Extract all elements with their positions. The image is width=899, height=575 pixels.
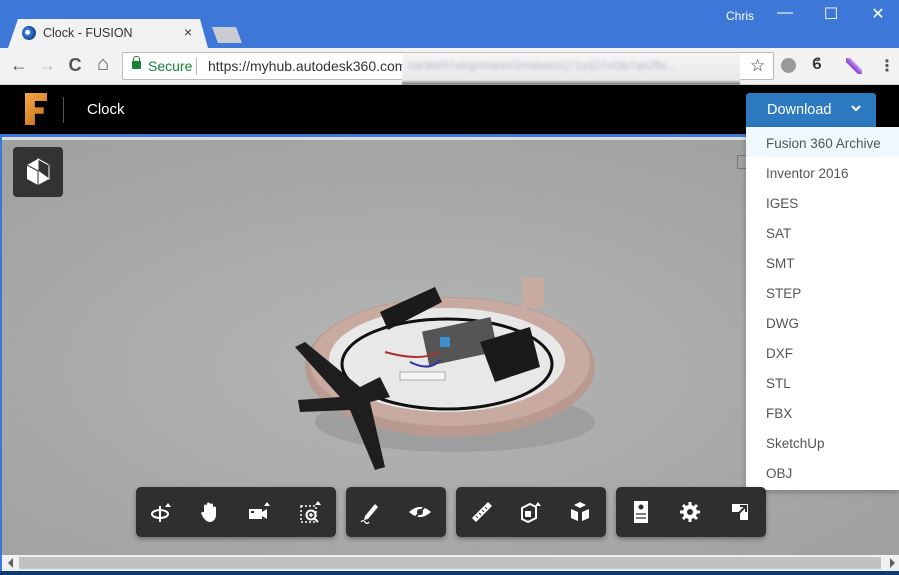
url-separator <box>196 57 197 75</box>
inspect-tools-group <box>456 487 606 537</box>
bookmark-star-icon[interactable]: ☆ <box>750 56 765 76</box>
fullscreen-icon[interactable] <box>728 500 752 524</box>
feather-icon[interactable] <box>846 58 862 74</box>
forward-button[interactable]: → <box>36 55 58 76</box>
reload-button[interactable]: C <box>64 55 86 76</box>
menu-item-step[interactable]: STEP <box>746 277 899 307</box>
design-title: Clock <box>87 101 125 118</box>
taskbar-edge <box>0 571 899 575</box>
pan-icon[interactable] <box>198 500 222 524</box>
browser-menu-icon[interactable]: ⋮ <box>879 56 895 76</box>
download-format-menu: Fusion 360 Archive Inventor 2016 IGES SA… <box>746 127 899 490</box>
camera-icon[interactable] <box>248 500 272 524</box>
download-label: Download <box>767 102 832 118</box>
url-blurred-region: /ue3b957a6/g/shares/SHabee1Q71a327c63b7a… <box>402 53 740 85</box>
autodesk-favicon-icon <box>22 26 36 40</box>
model-browser-icon[interactable] <box>629 500 653 524</box>
measure-ruler-icon[interactable] <box>470 500 494 524</box>
lock-icon <box>132 56 141 69</box>
minimize-button[interactable]: — <box>770 4 800 22</box>
url-text[interactable]: https://myhub.autodesk360.com <box>208 58 406 74</box>
home-button[interactable]: ⌂ <box>92 53 114 76</box>
flame-icon[interactable]: ϐ <box>812 56 822 74</box>
menu-item-inventor-2016[interactable]: Inventor 2016 <box>746 157 899 187</box>
scrollbar-thumb[interactable] <box>19 557 881 569</box>
viewcube-button[interactable] <box>13 147 63 197</box>
tab-title: Clock - FUSION <box>43 26 133 40</box>
menu-item-sat[interactable]: SAT <box>746 217 899 247</box>
menu-item-stl[interactable]: STL <box>746 367 899 397</box>
explode-model-icon[interactable] <box>568 500 592 524</box>
speech-bubble-icon[interactable] <box>781 58 796 73</box>
maximize-button[interactable]: ☐ <box>816 4 846 24</box>
menu-item-iges[interactable]: IGES <box>746 187 899 217</box>
horizontal-scrollbar[interactable] <box>2 555 899 571</box>
close-window-button[interactable]: ✕ <box>863 4 893 24</box>
header-divider <box>63 97 64 123</box>
scroll-right-arrow-icon[interactable] <box>890 558 895 568</box>
menu-item-sketchup[interactable]: SketchUp <box>746 427 899 457</box>
cube-icon <box>26 158 50 185</box>
settings-gear-icon[interactable] <box>678 500 702 524</box>
chevron-down-icon[interactable] <box>850 102 862 114</box>
url-blurred-text: /ue3b957a6/g/shares/SHabee1Q71a327c63b7a… <box>408 60 677 72</box>
markup-pencil-icon[interactable] <box>358 500 382 524</box>
markup-tools-group <box>346 487 446 537</box>
back-button[interactable]: ← <box>8 55 30 76</box>
menu-item-dwg[interactable]: DWG <box>746 307 899 337</box>
menu-item-dxf[interactable]: DXF <box>746 337 899 367</box>
secure-label[interactable]: Secure <box>148 58 192 74</box>
zoom-window-icon[interactable] <box>299 500 323 524</box>
scroll-left-arrow-icon[interactable] <box>8 558 13 568</box>
download-button[interactable]: Download <box>746 93 876 127</box>
clock-model[interactable] <box>290 272 610 472</box>
menu-item-fbx[interactable]: FBX <box>746 397 899 427</box>
section-analysis-icon[interactable] <box>519 500 543 524</box>
tab-close-button[interactable]: × <box>184 24 192 40</box>
menu-item-obj[interactable]: OBJ <box>746 457 899 487</box>
menu-item-smt[interactable]: SMT <box>746 247 899 277</box>
profile-name[interactable]: Chris <box>726 9 754 23</box>
view-tools-group <box>616 487 766 537</box>
hide-eye-icon[interactable] <box>408 500 432 524</box>
navigation-tools-group <box>136 487 336 537</box>
menu-item-fusion-360-archive[interactable]: Fusion 360 Archive <box>746 127 899 157</box>
orbit-icon[interactable] <box>149 500 173 524</box>
